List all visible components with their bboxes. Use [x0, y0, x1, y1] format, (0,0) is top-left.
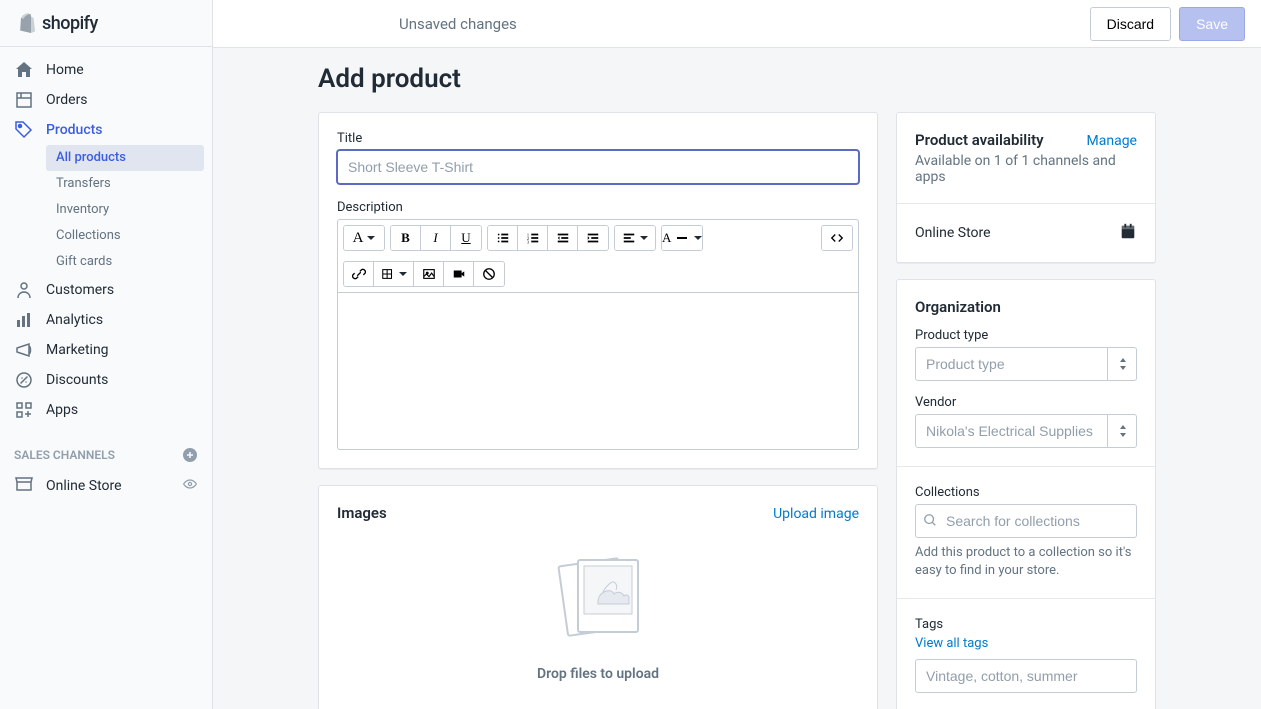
bold-button[interactable]: B [391, 226, 421, 250]
tags-input[interactable] [915, 659, 1137, 693]
availability-card: Product availability Manage Available on… [896, 112, 1156, 263]
nav-customers[interactable]: Customers [0, 275, 212, 305]
logo[interactable]: shopify [0, 0, 212, 47]
bullet-list-button[interactable] [488, 226, 518, 250]
font-style-dropdown[interactable]: A [344, 226, 384, 250]
subnav-transfers[interactable]: Transfers [46, 171, 212, 197]
availability-heading: Product availability [915, 131, 1044, 149]
sidebar: shopify Home Orders Products All product… [0, 0, 213, 709]
subnav-all-products[interactable]: All products [46, 145, 204, 171]
vendor-label: Vendor [915, 395, 1137, 410]
orders-icon [14, 90, 34, 110]
store-icon [14, 474, 34, 498]
channel-online-store[interactable]: Online Store [0, 471, 212, 501]
nav-label: Discounts [46, 372, 108, 388]
discard-button[interactable]: Discard [1090, 7, 1171, 41]
organization-card: Organization Product type Vendor [896, 279, 1156, 709]
indent-button[interactable] [578, 226, 608, 250]
apps-icon [14, 400, 34, 420]
tags-label: Tags [915, 617, 1137, 632]
customers-icon [14, 280, 34, 300]
shopify-icon [16, 12, 36, 34]
description-label: Description [337, 200, 859, 215]
product-title-input[interactable] [337, 150, 859, 184]
image-dropzone[interactable]: Drop files to upload [337, 522, 859, 692]
page-title: Add product [318, 64, 1156, 94]
nav-home[interactable]: Home [0, 55, 212, 85]
topbar: Unsaved changes Discard Save [213, 0, 1261, 48]
nav-label: Marketing [46, 342, 109, 358]
rte-toolbar: A B I U 123 [337, 219, 859, 292]
images-card: Images Upload image Drop files to upload [318, 485, 878, 709]
sales-channels-heading: SALES CHANNELS [0, 433, 212, 471]
nav-label: Products [46, 122, 103, 138]
channel-name: Online Store [915, 225, 991, 241]
images-heading: Images [337, 504, 387, 522]
analytics-icon [14, 310, 34, 330]
tag-icon [14, 120, 34, 140]
text-color-dropdown[interactable]: A [662, 226, 702, 250]
main: Unsaved changes Discard Save Add product… [213, 0, 1261, 709]
underline-button[interactable]: U [451, 226, 481, 250]
search-icon [923, 513, 937, 531]
nav-products[interactable]: Products [0, 115, 212, 145]
italic-button[interactable]: I [421, 226, 451, 250]
dropzone-text: Drop files to upload [337, 666, 859, 682]
calendar-icon[interactable] [1119, 222, 1137, 244]
image-button[interactable] [414, 262, 444, 286]
plus-circle-icon[interactable] [182, 447, 198, 463]
eye-icon[interactable] [182, 476, 198, 496]
nav-label: Orders [46, 92, 88, 108]
nav-apps[interactable]: Apps [0, 395, 212, 425]
nav-label: Customers [46, 282, 114, 298]
organization-heading: Organization [915, 298, 1137, 316]
availability-subtext: Available on 1 of 1 channels and apps [915, 153, 1137, 185]
align-dropdown[interactable] [615, 226, 655, 250]
view-all-tags-link[interactable]: View all tags [915, 636, 1137, 651]
product-type-input[interactable] [915, 347, 1137, 381]
subnav-collections[interactable]: Collections [46, 223, 212, 249]
vendor-input[interactable] [915, 414, 1137, 448]
home-icon [14, 60, 34, 80]
nav-label: Apps [46, 402, 78, 418]
save-button[interactable]: Save [1179, 7, 1245, 41]
product-type-label: Product type [915, 328, 1137, 343]
nav-orders[interactable]: Orders [0, 85, 212, 115]
nav-label: Analytics [46, 312, 103, 328]
upload-image-link[interactable]: Upload image [773, 506, 859, 522]
description-editor[interactable] [337, 292, 859, 450]
products-subnav: All products Transfers Inventory Collect… [0, 145, 212, 275]
channel-label: Online Store [46, 478, 122, 494]
manage-availability-link[interactable]: Manage [1087, 133, 1137, 149]
title-description-card: Title Description A B I U [318, 112, 878, 469]
megaphone-icon [14, 340, 34, 360]
title-label: Title [337, 131, 859, 146]
collections-help-text: Add this product to a collection so it's… [915, 544, 1137, 580]
nav-analytics[interactable]: Analytics [0, 305, 212, 335]
link-button[interactable] [344, 262, 374, 286]
discount-icon [14, 370, 34, 390]
subnav-inventory[interactable]: Inventory [46, 197, 212, 223]
subnav-gift-cards[interactable]: Gift cards [46, 249, 212, 275]
outdent-button[interactable] [548, 226, 578, 250]
svg-text:3: 3 [526, 239, 529, 244]
nav-discounts[interactable]: Discounts [0, 365, 212, 395]
number-list-button[interactable]: 123 [518, 226, 548, 250]
collections-search-input[interactable] [915, 504, 1137, 538]
show-html-button[interactable] [822, 226, 852, 250]
dropzone-illustration [543, 552, 653, 642]
clear-format-button[interactable] [474, 262, 504, 286]
unsaved-changes-label: Unsaved changes [399, 15, 517, 33]
nav-marketing[interactable]: Marketing [0, 335, 212, 365]
logo-text: shopify [42, 13, 98, 34]
primary-nav: Home Orders Products All products Transf… [0, 47, 212, 433]
nav-label: Home [46, 62, 84, 78]
collections-label: Collections [915, 485, 1137, 500]
video-button[interactable] [444, 262, 474, 286]
table-dropdown[interactable] [374, 262, 414, 286]
